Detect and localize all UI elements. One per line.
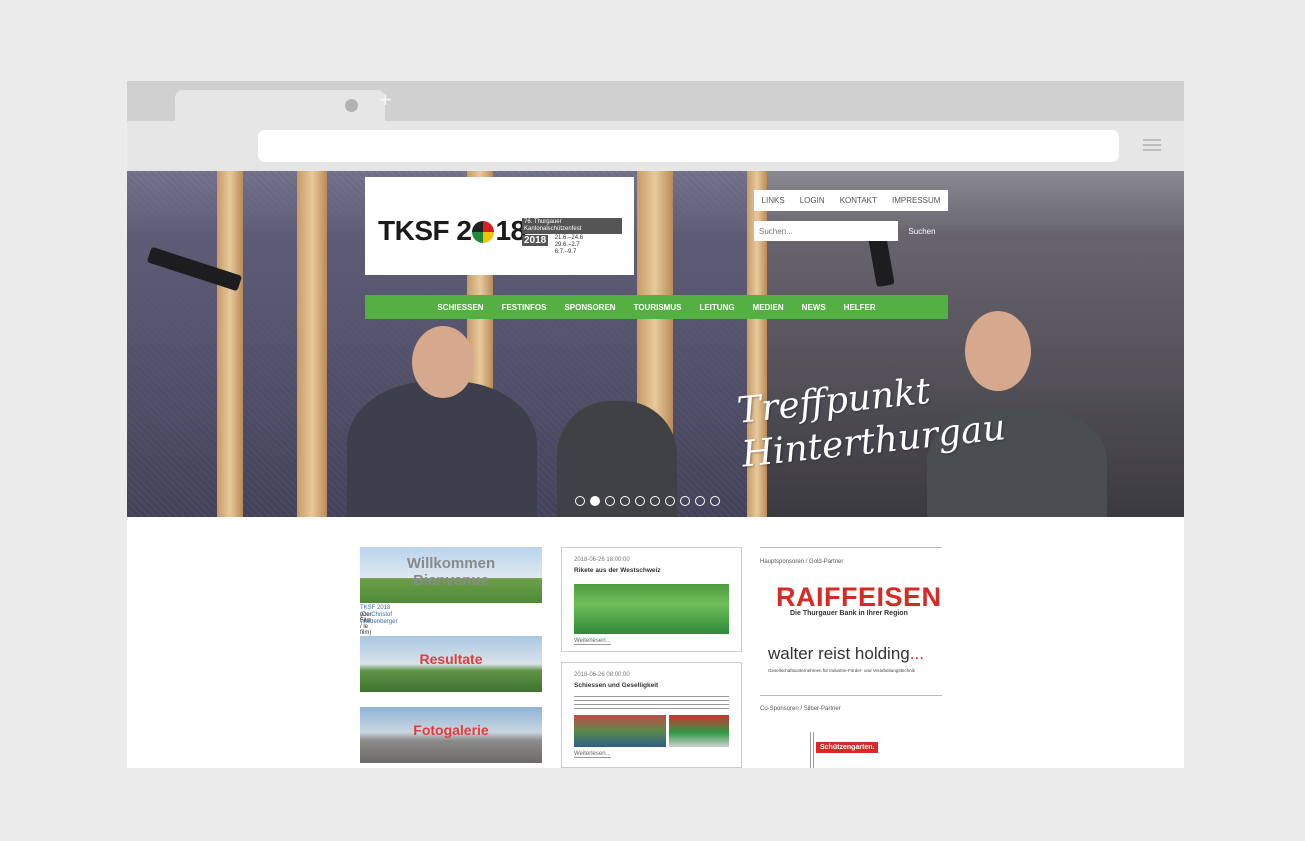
nav-item-schiessen[interactable]: SCHIESSEN [437, 303, 483, 312]
news-card[interactable]: 2018-06-26 18:00:00 Rikete aus der Wests… [561, 547, 742, 652]
top-link-links[interactable]: LINKS [762, 196, 785, 205]
raiffeisen-logo[interactable]: RAIFFEISEN [776, 582, 942, 613]
nav-item-helfer[interactable]: HELFER [844, 303, 876, 312]
address-bar[interactable] [258, 130, 1119, 162]
tile-fotogalerie[interactable]: Fotogalerie [360, 707, 542, 763]
tile-resultate[interactable]: Resultate [360, 636, 542, 692]
hamburger-menu-icon[interactable] [1143, 139, 1161, 153]
raiffeisen-tagline: Die Thurgauer Bank in Ihrer Region [790, 610, 908, 617]
reist-name: walter reist holding [768, 644, 910, 663]
news-title[interactable]: Rikete aus der Westschweiz [574, 567, 661, 574]
hero-slider[interactable]: TKSF 2 18 76. Thurgauer Kantonalschützenf… [127, 171, 1184, 517]
slider-dot[interactable] [605, 496, 615, 506]
hero-post [217, 171, 243, 517]
nav-item-tourismus[interactable]: TOURISMUS [634, 303, 682, 312]
hero-shooter-head [412, 326, 474, 398]
sidebar-divider [760, 547, 942, 548]
sidebar-heading: Co-Sponsoren / Silber-Partner [760, 706, 841, 712]
sidebar-divider [760, 695, 942, 696]
logo-dates: 21.6.–24.6 29.6.–2.7 6.7.–9.7 [555, 235, 583, 256]
hero-shooter [347, 381, 537, 517]
top-link-kontakt[interactable]: KONTAKT [840, 196, 877, 205]
tile-willkommen[interactable]: Willkommen Bienvenue [360, 547, 542, 603]
news-image [669, 715, 729, 747]
nav-item-sponsoren[interactable]: SPONSOREN [564, 303, 615, 312]
browser-window: + TKSF 2 18 76. Thurgauer Kantonalschütz… [127, 81, 1184, 768]
nav-item-news[interactable]: NEWS [802, 303, 826, 312]
sidebar-heading: Hauptsponsoren / Gold-Partner [760, 559, 844, 565]
tile-label: Resultate [419, 651, 483, 667]
logo-date: 21.6.–24.6 [554, 235, 584, 241]
news-image [574, 715, 666, 747]
hero-post [297, 171, 327, 517]
news-title[interactable]: Schiessen und Geselligkeit [574, 682, 658, 689]
site-logo[interactable]: TKSF 2 18 76. Thurgauer Kantonalschützenf… [365, 177, 634, 275]
tile-label: Willkommen Bienvenue [406, 555, 496, 589]
page-viewport: TKSF 2 18 76. Thurgauer Kantonalschützenf… [127, 171, 1184, 768]
new-tab-icon[interactable]: + [379, 89, 392, 111]
tile-label: Fotogalerie [413, 722, 489, 738]
nav-item-festinfos[interactable]: FESTINFOS [502, 303, 547, 312]
search-input[interactable] [754, 221, 898, 241]
flag-mast [810, 732, 814, 768]
logo-badge: 76. Thurgauer Kantonalschützenfest [522, 218, 622, 234]
logo-year: 2018 [522, 235, 549, 246]
logo-text-a: TKSF 2 [378, 215, 472, 246]
slider-dots [575, 496, 720, 506]
main-nav: SCHIESSEN FESTINFOS SPONSOREN TOURISMUS … [365, 295, 948, 319]
news-read-more-link[interactable]: Weiterlesen... [574, 751, 611, 758]
news-card[interactable]: 2018-06-26 08:00:00 Schiessen und Gesell… [561, 662, 742, 768]
browser-toolbar [127, 121, 1184, 171]
nav-item-medien[interactable]: MEDIEN [753, 303, 784, 312]
news-timestamp: 2018-06-26 08:00:00 [574, 672, 630, 678]
logo-date: 29.6.–2.7 [554, 242, 580, 248]
tab-bar: + [127, 81, 1184, 124]
news-image [574, 696, 729, 710]
top-links: LINKS LOGIN KONTAKT IMPRESSUM [754, 190, 948, 211]
slider-dot[interactable] [710, 496, 720, 506]
news-read-more-link[interactable]: Weiterlesen... [574, 638, 611, 645]
slider-dot[interactable] [590, 496, 600, 506]
search-button[interactable]: Suchen [902, 221, 942, 241]
tab-close-icon[interactable] [345, 99, 358, 112]
logo-date: 6.7.–9.7 [554, 249, 577, 255]
slider-dot[interactable] [635, 496, 645, 506]
nav-item-leitung[interactable]: LEITUNG [699, 303, 734, 312]
slider-dot[interactable] [695, 496, 705, 506]
walter-reist-logo[interactable]: walter reist holding... [768, 644, 924, 664]
slider-dot[interactable] [620, 496, 630, 506]
globe-icon [472, 221, 495, 243]
reist-tagline: Gesellschaftsunternehmen für Industrie-F… [768, 668, 915, 673]
slider-dot[interactable] [665, 496, 675, 506]
top-link-impressum[interactable]: IMPRESSUM [892, 196, 940, 205]
logo-wordmark: TKSF 2 18 [378, 215, 526, 247]
top-link-login[interactable]: LOGIN [800, 196, 825, 205]
slider-dot[interactable] [650, 496, 660, 506]
schuetzengarten-logo[interactable]: Schützengarten. [816, 742, 879, 753]
slider-dot[interactable] [680, 496, 690, 506]
news-image [574, 584, 729, 634]
slider-dot[interactable] [575, 496, 585, 506]
tile-caption: (Der Film / le film) [360, 612, 372, 636]
news-timestamp: 2018-06-26 18:00:00 [574, 557, 630, 563]
reist-dots: ... [909, 644, 924, 663]
logo-info: 76. Thurgauer Kantonalschützenfest 2018 … [522, 217, 622, 256]
